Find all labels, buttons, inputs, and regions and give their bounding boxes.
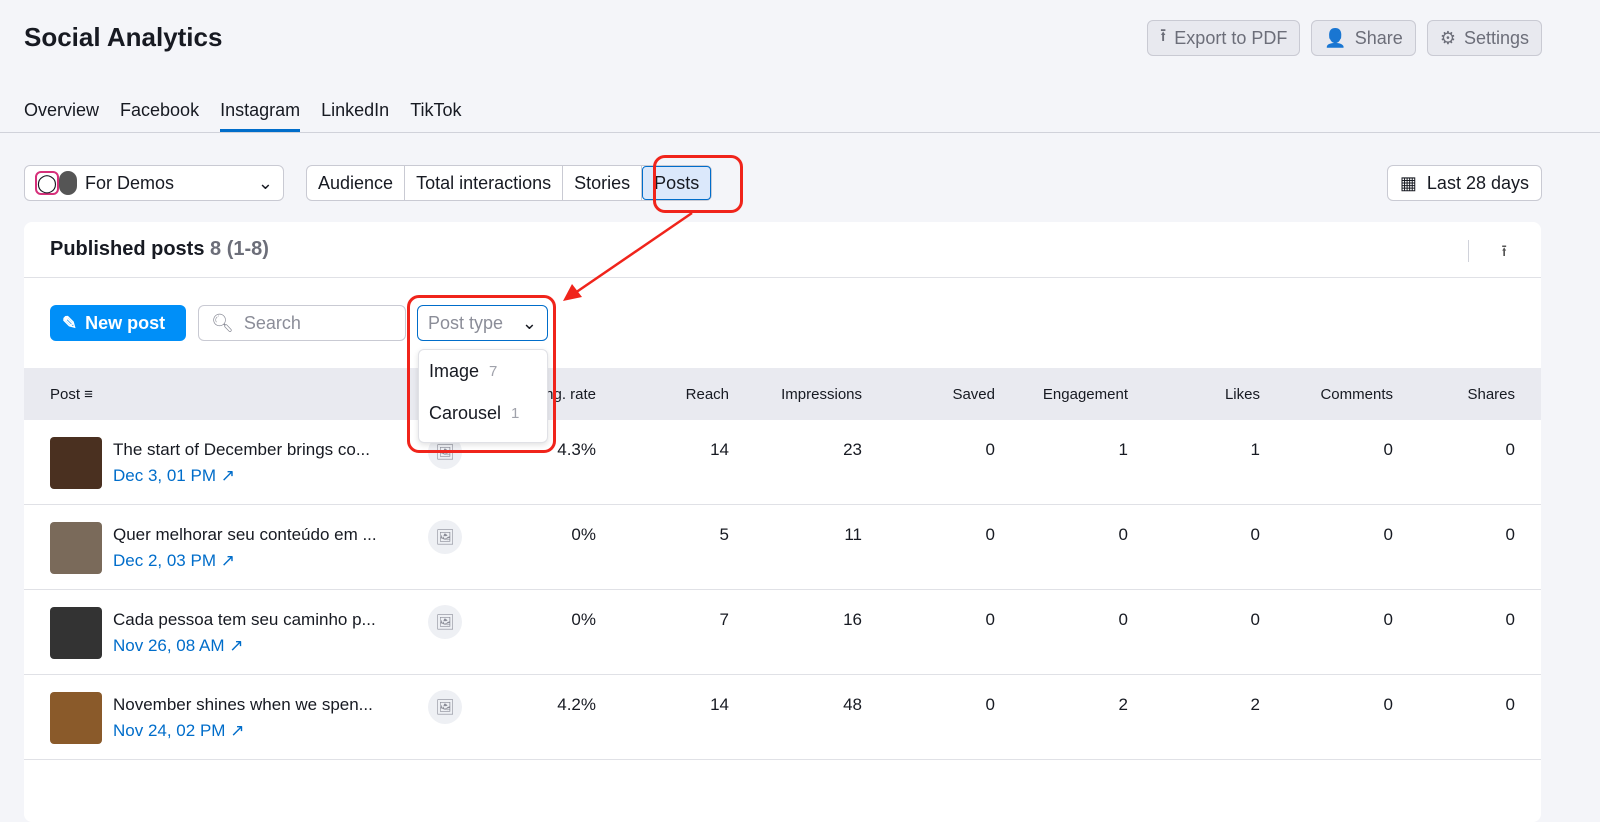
option-carousel[interactable]: Carousel 1 bbox=[419, 392, 547, 434]
post-type-dropdown: Image 7 Carousel 1 bbox=[418, 349, 548, 443]
annotation-arrow bbox=[563, 211, 693, 301]
option-image[interactable]: Image 7 bbox=[419, 350, 547, 392]
